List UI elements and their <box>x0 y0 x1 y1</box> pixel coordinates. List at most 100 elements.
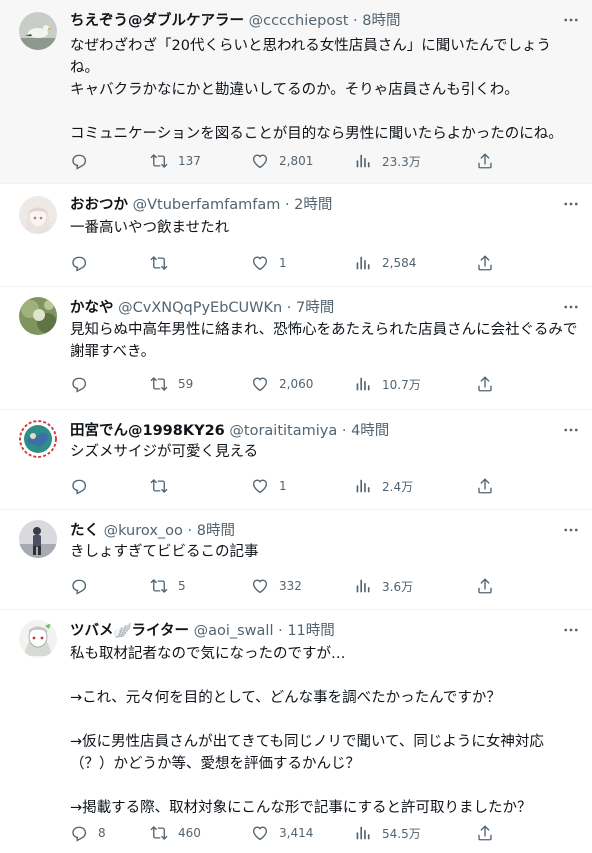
tweet-body: なぜわざわざ「20代くらいと思われる女性店員さん」に聞いたんでしょうね。 キャバ… <box>70 38 563 142</box>
display-name[interactable]: おおつか <box>70 197 128 213</box>
tweet[interactable]: かなや @CvXNQqPyEbCUWKn · 7時間 見知らぬ中高年男性に絡まれ… <box>0 287 592 410</box>
retweet-count: 137 <box>178 154 201 168</box>
like-count: 1 <box>279 479 287 493</box>
display-name[interactable]: 田宮でん@1998KY26 <box>70 423 225 439</box>
timestamp[interactable]: 4時間 <box>351 423 389 439</box>
share-button[interactable] <box>476 253 494 273</box>
separator: · <box>348 13 363 29</box>
like-button[interactable]: 2,060 <box>251 374 313 394</box>
timestamp[interactable]: 2時間 <box>294 197 332 213</box>
more-button[interactable] <box>560 297 582 317</box>
more-button[interactable] <box>560 420 582 440</box>
action-bar: 137 2,801 23.3万 <box>70 151 510 171</box>
like-count: 2,060 <box>279 377 314 391</box>
timestamp[interactable]: 8時間 <box>197 523 235 539</box>
avatar[interactable] <box>19 620 57 658</box>
timestamp[interactable]: 8時間 <box>362 13 400 29</box>
avatar[interactable] <box>19 196 57 234</box>
more-icon <box>562 521 580 539</box>
views-button[interactable]: 2.4万 <box>354 476 413 496</box>
tweet-body: きしょすぎてビビるこの記事 <box>70 544 259 560</box>
like-button[interactable]: 332 <box>251 576 302 596</box>
user-handle[interactable]: @kurox_oo <box>104 523 183 539</box>
more-icon <box>562 421 580 439</box>
heart-icon <box>251 152 269 170</box>
share-button[interactable] <box>476 823 494 843</box>
tweet-header: ちえぞう@ダブルケアラー @cccchiepost · 8時間 <box>70 11 552 31</box>
reply-icon <box>70 375 88 393</box>
reply-button[interactable] <box>70 253 98 273</box>
action-bar: 8 460 3,414 54.5万 <box>70 823 510 843</box>
tweet-text: 私も取材記者なので気になったのですが… →これ、元々何を目的として、どんな事を調… <box>70 643 578 819</box>
display-name[interactable]: かなや <box>70 300 114 316</box>
like-count: 1 <box>279 256 287 270</box>
reply-button[interactable] <box>70 151 98 171</box>
retweet-button[interactable]: 137 <box>150 151 201 171</box>
share-icon <box>476 254 494 272</box>
like-button[interactable]: 1 <box>251 476 287 496</box>
avatar-image <box>19 12 57 50</box>
display-name[interactable]: ちえぞう@ダブルケアラー <box>70 13 244 29</box>
share-button[interactable] <box>476 576 494 596</box>
more-button[interactable] <box>560 194 582 214</box>
user-handle[interactable]: @aoi_swall <box>194 623 274 639</box>
action-bar: 59 2,060 10.7万 <box>70 374 510 394</box>
tweet[interactable]: ちえぞう@ダブルケアラー @cccchiepost · 8時間 なぜわざわざ「2… <box>0 0 592 184</box>
retweet-button[interactable] <box>150 476 178 496</box>
share-button[interactable] <box>476 374 494 394</box>
views-button[interactable]: 2,584 <box>354 253 416 273</box>
heart-icon <box>251 254 269 272</box>
display-name[interactable]: ツバメ🪽ライター <box>70 623 189 639</box>
more-icon <box>562 621 580 639</box>
user-handle[interactable]: @toraititamiya <box>229 423 337 439</box>
avatar[interactable] <box>19 520 57 558</box>
tweet[interactable]: おおつか @Vtuberfamfamfam · 2時間 一番高いやつ飲ませたれ … <box>0 184 592 287</box>
tweet-header: かなや @CvXNQqPyEbCUWKn · 7時間 <box>70 298 552 318</box>
more-icon <box>562 298 580 316</box>
views-button[interactable]: 23.3万 <box>354 151 421 171</box>
separator: · <box>280 197 295 213</box>
avatar[interactable] <box>19 420 57 458</box>
timestamp[interactable]: 7時間 <box>296 300 334 316</box>
user-handle[interactable]: @Vtuberfamfamfam <box>133 197 281 213</box>
separator: · <box>337 423 352 439</box>
tweet-body: 一番高いやつ飲ませたれ <box>70 220 230 236</box>
separator: · <box>182 523 197 539</box>
reply-button[interactable] <box>70 576 98 596</box>
view-count: 23.3万 <box>382 154 421 169</box>
avatar[interactable] <box>19 12 57 50</box>
like-button[interactable]: 1 <box>251 253 287 273</box>
views-button[interactable]: 10.7万 <box>354 374 421 394</box>
retweet-count: 460 <box>178 826 201 840</box>
more-button[interactable] <box>560 10 582 30</box>
like-button[interactable]: 3,414 <box>251 823 313 843</box>
retweet-button[interactable]: 460 <box>150 823 201 843</box>
share-button[interactable] <box>476 476 494 496</box>
tweet[interactable]: ツバメ🪽ライター @aoi_swall · 11時間 私も取材記者なので気になっ… <box>0 610 592 853</box>
reply-button[interactable] <box>70 476 98 496</box>
views-button[interactable]: 3.6万 <box>354 576 413 596</box>
like-button[interactable]: 2,801 <box>251 151 313 171</box>
retweet-button[interactable] <box>150 253 178 273</box>
more-icon <box>562 11 580 29</box>
reply-button[interactable] <box>70 374 98 394</box>
tweet[interactable]: 田宮でん@1998KY26 @toraititamiya · 4時間 シズメサイ… <box>0 410 592 510</box>
views-button[interactable]: 54.5万 <box>354 823 421 843</box>
share-icon <box>476 375 494 393</box>
display-name[interactable]: たく <box>70 523 99 539</box>
retweet-button[interactable]: 5 <box>150 576 186 596</box>
views-icon <box>354 375 372 393</box>
share-button[interactable] <box>476 151 494 171</box>
retweet-button[interactable]: 59 <box>150 374 193 394</box>
reply-button[interactable]: 8 <box>70 823 106 843</box>
timestamp[interactable]: 11時間 <box>287 623 334 639</box>
avatar-image <box>19 196 57 234</box>
tweet-body: シズメサイジが可愛く見える <box>70 444 259 460</box>
heart-icon <box>251 577 269 595</box>
user-handle[interactable]: @CvXNQqPyEbCUWKn <box>118 300 282 316</box>
avatar[interactable] <box>19 297 57 335</box>
user-handle[interactable]: @cccchiepost <box>249 13 349 29</box>
more-button[interactable] <box>560 620 582 640</box>
tweet[interactable]: たく @kurox_oo · 8時間 きしょすぎてビビるこの記事 5 332 3… <box>0 510 592 610</box>
more-button[interactable] <box>560 520 582 540</box>
